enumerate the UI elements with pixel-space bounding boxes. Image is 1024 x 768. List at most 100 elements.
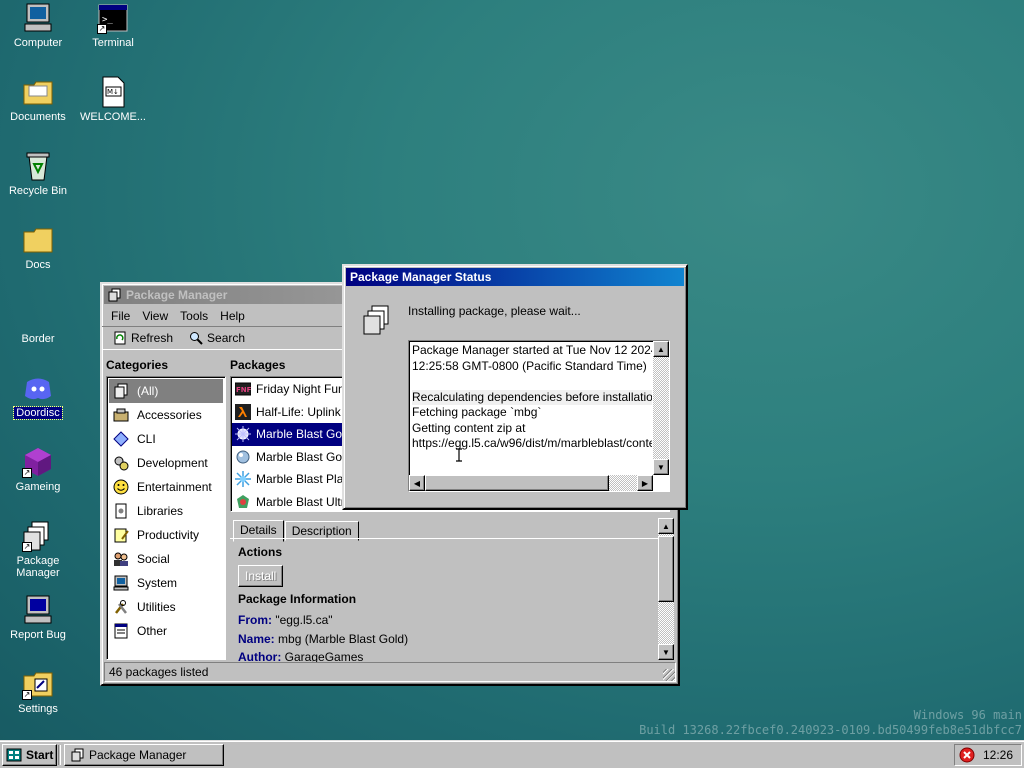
hscroll-thumb[interactable] [425, 475, 609, 491]
desktop-icon-terminal[interactable]: >_ ↗ Terminal [75, 2, 151, 49]
scroll-down-icon[interactable]: ▼ [658, 644, 674, 660]
desktop-icon-label: Documents [10, 111, 66, 123]
menu-file[interactable]: File [106, 308, 135, 324]
scroll-right-icon[interactable]: ▶ [637, 475, 653, 491]
desktop-icon-computer[interactable]: Computer [0, 2, 76, 49]
package-manager-icon: ↗ [22, 520, 54, 552]
category-cli[interactable]: CLI [109, 427, 223, 451]
log-hscrollbar[interactable]: ◀ ▶ [409, 475, 653, 491]
svg-text:M↓: M↓ [107, 88, 119, 96]
category-label: Accessories [137, 408, 202, 422]
start-label: Start [26, 748, 54, 762]
actions-header: Actions [238, 545, 283, 559]
category-label: Development [137, 456, 208, 470]
category-system[interactable]: System [109, 571, 223, 595]
desktop-icon-recycle-bin[interactable]: Recycle Bin [0, 150, 76, 197]
desktop-icon-package-manager[interactable]: ↗ Package Manager [0, 520, 76, 579]
category-utilities[interactable]: Utilities [109, 595, 223, 619]
info-row-name: Name: mbg (Marble Blast Gold) [238, 630, 408, 649]
log-line: Fetching package `mbg` [412, 405, 542, 419]
start-button[interactable]: Start [2, 744, 58, 766]
terminal-icon: >_ ↗ [97, 2, 129, 34]
start-logo-icon [6, 748, 22, 762]
desktop-icon-settings[interactable]: ↗ Settings [0, 668, 76, 715]
log-box: Package Manager started at Tue Nov 12 20… [408, 340, 670, 492]
status-text: 46 packages listed [109, 665, 209, 679]
category-libraries[interactable]: Libraries [109, 499, 223, 523]
refresh-icon [114, 331, 126, 345]
blank-icon [22, 298, 54, 330]
category-label: (All) [137, 384, 159, 398]
scroll-down-icon[interactable]: ▼ [653, 459, 669, 475]
category-label: Other [137, 624, 168, 638]
category-entertainment[interactable]: Entertainment [109, 475, 223, 499]
category-social[interactable]: Social [109, 547, 223, 571]
dialog-titlebar[interactable]: Package Manager Status [346, 268, 684, 286]
install-button[interactable]: Install [238, 565, 284, 587]
category-label: Productivity [137, 528, 200, 542]
desktop-icon-border[interactable]: Border [0, 298, 76, 345]
info-row-from: From: "egg.l5.ca" [238, 611, 408, 630]
build-watermark-line1: Windows 96 main [913, 708, 1022, 722]
package-manager-icon [363, 305, 389, 335]
category-label: Entertainment [137, 480, 212, 494]
log-vscrollbar[interactable]: ▲ ▼ [653, 341, 669, 475]
category-all[interactable]: (All) [109, 379, 223, 403]
cli-diamond-icon [113, 431, 129, 447]
desktop-icon-gameing[interactable]: ↗ Gameing [0, 446, 76, 493]
scroll-up-icon[interactable]: ▲ [653, 341, 669, 357]
search-button[interactable]: Search [182, 329, 253, 347]
scroll-up-icon[interactable]: ▲ [658, 518, 674, 534]
scroll-left-icon[interactable]: ◀ [409, 475, 425, 491]
info-row-author: Author: GarageGames [238, 648, 408, 662]
desktop-icon-report-bug[interactable]: Report Bug [0, 594, 76, 641]
development-gears-icon [114, 456, 129, 471]
desktop-icon-welcome[interactable]: M↓ WELCOME... [75, 76, 151, 123]
computer-icon [22, 2, 54, 34]
library-file-icon [115, 503, 127, 519]
category-other[interactable]: Other [109, 619, 223, 643]
category-accessories[interactable]: Accessories [109, 403, 223, 427]
log-line: Recalculating dependencies before instal… [412, 389, 652, 405]
clock[interactable]: 12:26 [983, 748, 1013, 762]
dialog-title: Package Manager Status [350, 270, 492, 284]
smiley-icon [113, 479, 129, 495]
packages-header: Packages [230, 358, 286, 372]
info-key: Name: [238, 631, 275, 646]
menu-tools[interactable]: Tools [175, 308, 213, 324]
other-document-icon [114, 623, 128, 639]
people-icon [114, 552, 128, 566]
category-development[interactable]: Development [109, 451, 223, 475]
desktop-icon-docs[interactable]: Docs [0, 224, 76, 271]
refresh-button[interactable]: Refresh [106, 329, 181, 347]
package-info-rows: From: "egg.l5.ca" Name: mbg (Marble Blas… [238, 611, 408, 662]
info-key: From: [238, 613, 272, 627]
error-icon[interactable] [959, 747, 975, 763]
desktop-icon-label: Report Bug [10, 629, 66, 641]
scroll-thumb[interactable] [658, 536, 674, 602]
taskbar-task-package-manager[interactable]: Package Manager [64, 744, 224, 766]
desktop-icon-label: Settings [18, 703, 58, 715]
menu-view[interactable]: View [137, 308, 173, 324]
half-life-lambda-icon [235, 403, 251, 420]
log-text: Package Manager started at Tue Nov 12 20… [412, 343, 652, 452]
details-scrollbar[interactable]: ▲ ▼ [658, 518, 674, 660]
log-line: 12:25:58 GMT-0800 (Pacific Standard Time… [412, 358, 647, 373]
build-watermark-line2: Build 13268.22fbcef0.240923-0109.bd50499… [639, 723, 1022, 737]
menu-help[interactable]: Help [215, 308, 250, 324]
utilities-tools-icon [115, 600, 127, 614]
category-label: Libraries [137, 504, 184, 518]
system-tray: 12:26 [954, 744, 1022, 766]
marble-blast-ultra-icon [237, 494, 249, 508]
accessories-icon [113, 408, 129, 422]
svg-text:FNF: FNF [236, 386, 251, 394]
category-productivity[interactable]: Productivity [109, 523, 223, 547]
info-value: mbg (Marble Blast Gold) [278, 631, 409, 646]
desktop-icon-documents[interactable]: Documents [0, 76, 76, 123]
window-title: Package Manager [126, 288, 228, 302]
marble-blast-platinum-icon [235, 471, 251, 488]
resize-grip-icon[interactable] [663, 669, 675, 681]
desktop-icon-doordisc[interactable]: Doordisc [0, 372, 76, 420]
all-packages-icon [114, 383, 128, 399]
